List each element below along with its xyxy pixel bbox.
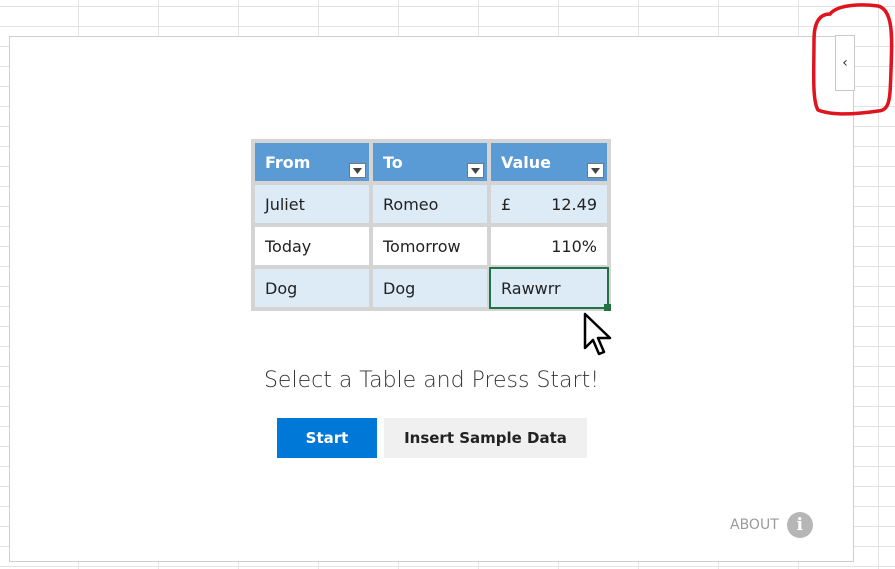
header-value: Value: [489, 141, 609, 183]
filter-dropdown-icon: [349, 163, 366, 178]
table-row: Dog Dog Rawwrr: [253, 267, 611, 311]
header-from: From: [253, 141, 371, 183]
sample-table-illustration: From To Value Juliet Romeo £ 12.49 Today…: [251, 139, 613, 324]
cell-value: 110%: [489, 225, 609, 267]
cell-to: Dog: [371, 267, 489, 309]
cell-from: Today: [253, 225, 371, 267]
insert-sample-data-button[interactable]: Insert Sample Data: [384, 418, 587, 458]
collapse-pane-button[interactable]: ‹: [835, 35, 855, 91]
currency-symbol: £: [501, 194, 512, 214]
instruction-text: Select a Table and Press Start!: [263, 368, 600, 393]
header-to: To: [371, 141, 489, 183]
chevron-left-icon: ‹: [842, 55, 848, 71]
table-row: Today Tomorrow 110%: [253, 225, 609, 267]
currency-amount: 12.49: [551, 194, 597, 214]
filter-dropdown-icon: [587, 163, 604, 178]
cell-from: Juliet: [253, 183, 371, 225]
about-label: ABOUT: [730, 517, 779, 533]
cell-from: Dog: [253, 267, 371, 309]
cell-to: Tomorrow: [371, 225, 489, 267]
cell-value-selected: Rawwrr: [489, 267, 611, 311]
filter-dropdown-icon: [467, 163, 484, 178]
mouse-pointer-icon: [583, 312, 612, 356]
table-header-row: From To Value: [253, 141, 609, 183]
table-row: Juliet Romeo £ 12.49: [253, 183, 609, 225]
info-icon: i: [786, 512, 813, 538]
cell-to: Romeo: [371, 183, 489, 225]
cell-value: £ 12.49: [489, 183, 609, 225]
about-link[interactable]: ABOUT i: [730, 511, 813, 539]
start-button[interactable]: Start: [277, 418, 377, 458]
fill-handle: [604, 304, 611, 311]
